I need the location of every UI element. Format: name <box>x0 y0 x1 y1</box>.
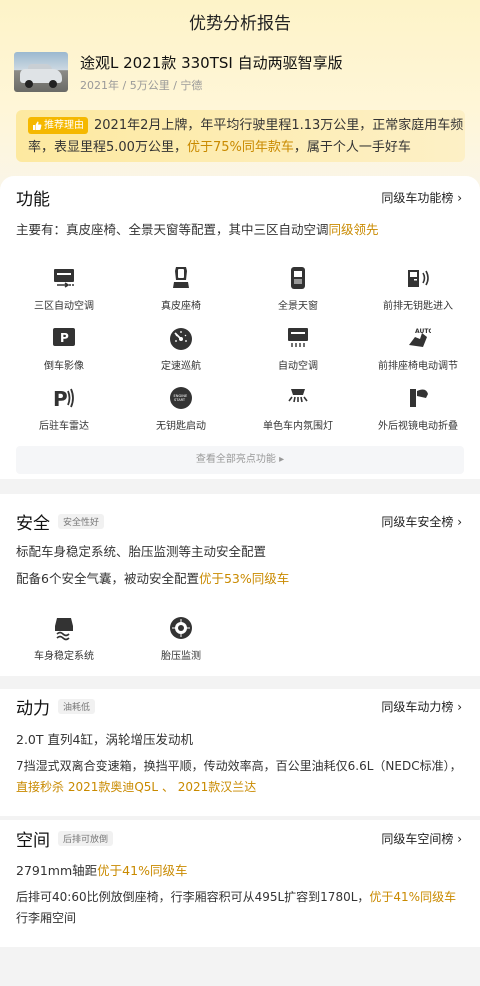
safety-feature-item[interactable]: 胎压监测 <box>121 615 241 662</box>
feature-item[interactable]: 定速巡航 <box>121 325 241 372</box>
power-line-2: 7挡湿式双离合变速箱，换挡平顺，传动效率高，百公里油耗仅6.6L（NEDC标准）… <box>16 759 462 794</box>
feature-item[interactable]: 单色车内氛围灯 <box>238 385 358 432</box>
climate-zone-icon <box>51 265 77 291</box>
space-rank-link[interactable]: 同级车空间榜 › <box>381 830 462 847</box>
function-summary: 主要有：真皮座椅、全景天窗等配置，其中三区自动空调同级领先 <box>16 222 379 237</box>
safety-rank-link[interactable]: 同级车安全榜 › <box>381 513 462 530</box>
feature-item[interactable]: ENGINE START 无钥匙启动 <box>121 385 241 432</box>
car-meta: 2021年 / 5万公里 / 宁德 <box>80 79 203 92</box>
car-thumbnail[interactable] <box>14 52 68 92</box>
view-all-features-button[interactable]: 查看全部亮点功能 ▸ <box>16 446 464 474</box>
space-tag: 后排可放倒 <box>58 831 114 846</box>
page-title: 优势分析报告 <box>189 14 291 34</box>
ambient-light-icon <box>285 385 311 411</box>
reverse-camera-icon: P <box>51 325 77 351</box>
cruise-control-icon <box>168 325 194 351</box>
tire-pressure-icon <box>168 615 194 641</box>
svg-text:AUTO: AUTO <box>415 328 431 335</box>
recommend-text: 2021年2月上牌，年平均行驶里程1.13万公里，正常家庭用车频率，表显里程5.… <box>28 118 464 155</box>
svg-text:START: START <box>174 398 186 402</box>
power-line-1: 2.0T 直列4缸，涡轮增压发动机 <box>16 732 193 747</box>
stability-control-icon <box>51 615 77 641</box>
safety-line-1: 标配车身稳定系统、胎压监测等主动安全配置 <box>16 544 267 559</box>
feature-item[interactable]: 外后视镜电动折叠 <box>358 385 478 432</box>
mirror-fold-icon <box>405 385 431 411</box>
keyless-entry-icon <box>405 265 431 291</box>
feature-item[interactable]: 真皮座椅 <box>121 265 241 312</box>
leather-seat-icon <box>168 265 194 291</box>
start-button-icon: ENGINE START <box>168 385 194 411</box>
function-title: 功能 <box>16 190 50 210</box>
sunroof-icon <box>285 265 311 291</box>
svg-text:P: P <box>53 387 68 411</box>
safety-tag: 安全性好 <box>58 514 105 529</box>
recommend-badge: 推荐理由 <box>28 117 88 134</box>
car-name: 途观L 2021款 330TSI 自动两驱智享版 <box>80 54 343 72</box>
space-line-1: 2791mm轴距优于41%同级车 <box>16 863 188 878</box>
power-title: 动力 <box>16 699 50 719</box>
safety-feature-item[interactable]: 车身稳定系统 <box>4 615 124 662</box>
space-line-2: 后排可40:60比例放倒座椅，行李厢容积可从495L扩容到1780L，优于41%… <box>16 890 457 925</box>
function-rank-link[interactable]: 同级车功能榜 › <box>381 189 462 206</box>
svg-text:P: P <box>60 331 69 345</box>
power-tag: 油耗低 <box>58 699 96 714</box>
feature-item[interactable]: P 后驻车雷达 <box>4 385 124 432</box>
parking-radar-icon: P <box>51 385 77 411</box>
thumbs-up-icon <box>33 121 42 130</box>
safety-line-2: 配备6个安全气囊，被动安全配置优于53%同级车 <box>16 571 290 586</box>
safety-title: 安全 <box>16 514 50 534</box>
compare-link-q5l[interactable]: 直接秒杀 2021款奥迪Q5L <box>16 780 158 794</box>
feature-item[interactable]: 自动空调 <box>238 325 358 372</box>
feature-item[interactable]: 前排无钥匙进入 <box>358 265 478 312</box>
feature-item[interactable]: P 倒车影像 <box>4 325 124 372</box>
feature-item[interactable]: 三区自动空调 <box>4 265 124 312</box>
feature-item[interactable]: AUTO 前排座椅电动调节 <box>358 325 478 372</box>
power-seat-icon: AUTO <box>405 325 434 351</box>
feature-item[interactable]: 全景天窗 <box>238 265 358 312</box>
power-rank-link[interactable]: 同级车动力榜 › <box>381 698 462 715</box>
auto-ac-icon <box>285 325 311 351</box>
compare-link-highlander[interactable]: 2021款汉兰达 <box>178 780 257 794</box>
space-title: 空间 <box>16 831 50 851</box>
